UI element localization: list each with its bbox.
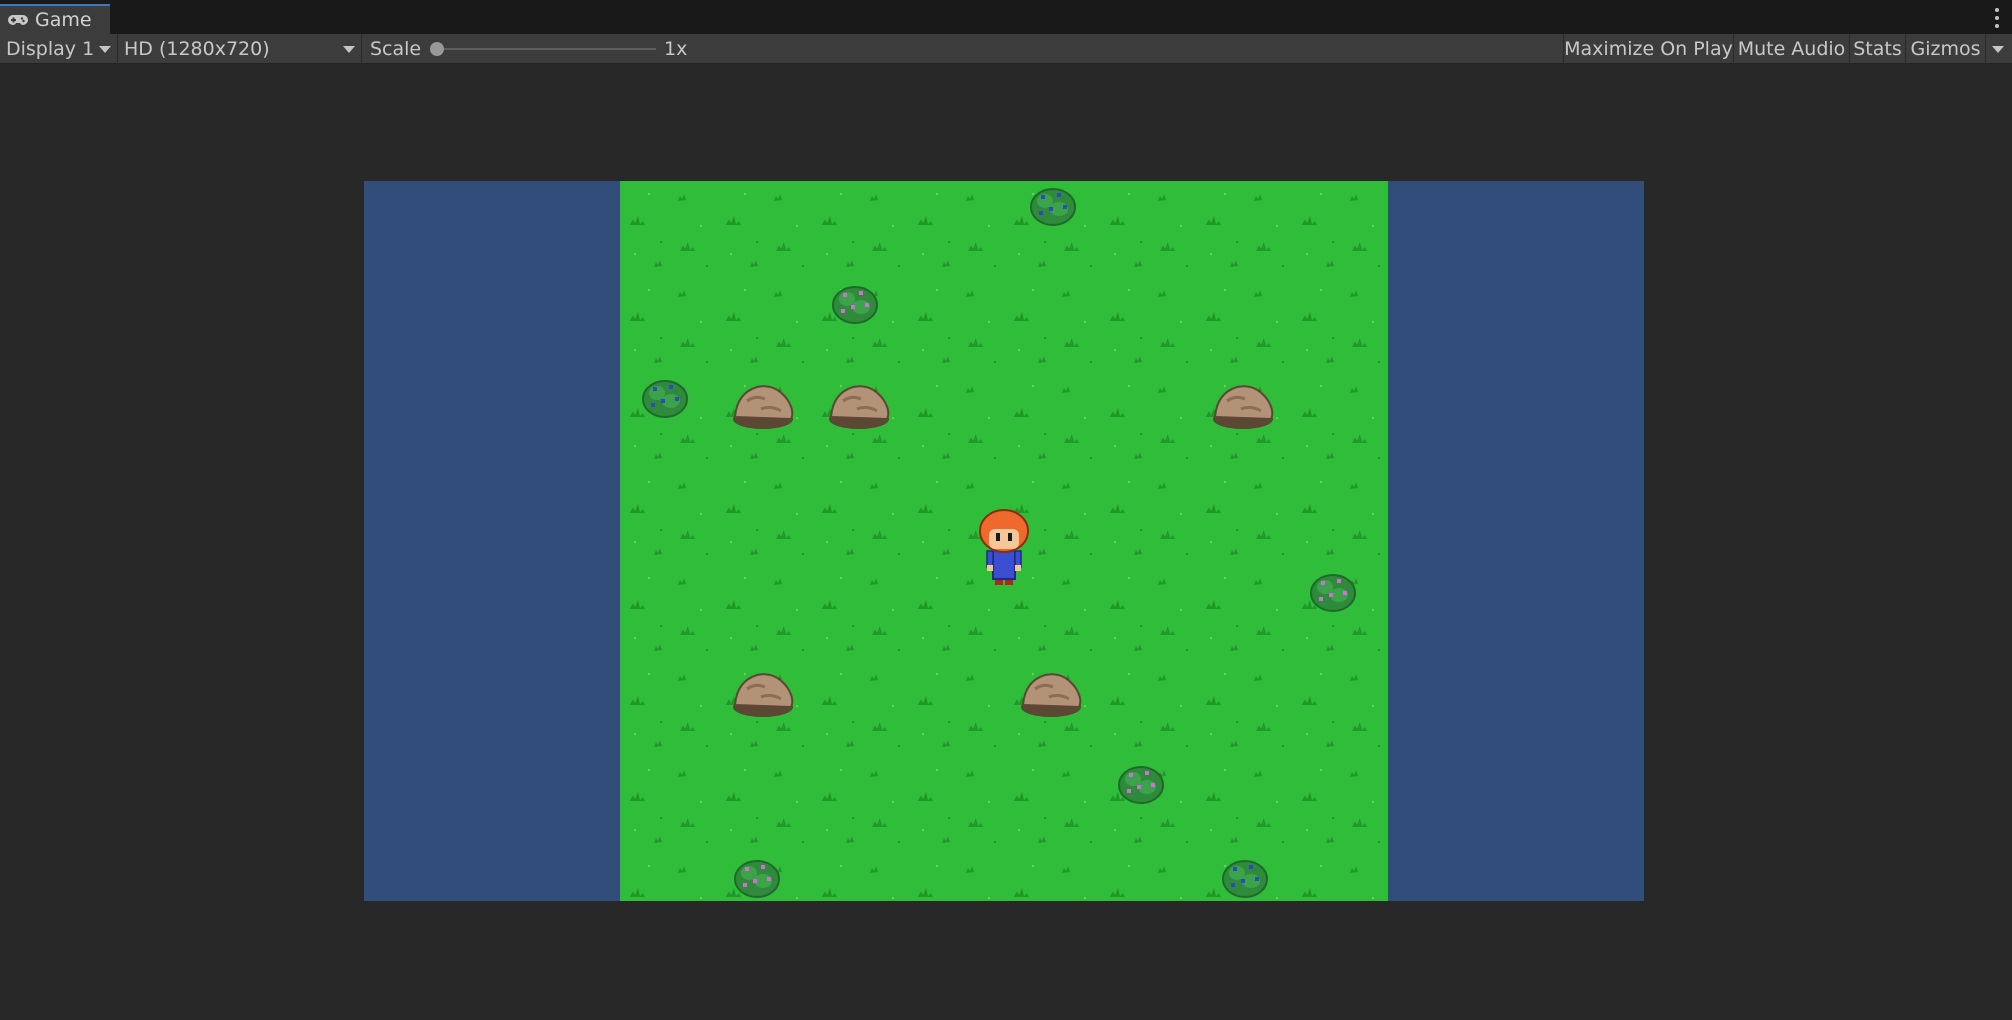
display-dropdown-label: Display 1 [6, 38, 95, 60]
bush-blue-sprite [642, 380, 688, 418]
bush-blue-sprite [1222, 860, 1268, 898]
resolution-dropdown-label: HD (1280x720) [124, 38, 270, 60]
rock-sprite [1019, 672, 1083, 719]
scale-slider-track[interactable] [438, 48, 656, 50]
bush-pink-sprite [734, 860, 780, 898]
rock-sprite [731, 384, 795, 431]
window-tab-bar: Game [0, 0, 2012, 34]
scale-label: Scale [370, 38, 422, 60]
bush-pink-sprite [1118, 766, 1164, 804]
rock-sprite [827, 384, 891, 431]
scale-slider-thumb[interactable] [430, 42, 444, 56]
maximize-on-play-button[interactable]: Maximize On Play [1563, 34, 1733, 64]
mute-audio-button[interactable]: Mute Audio [1733, 34, 1849, 64]
player-character-sprite [979, 509, 1029, 585]
grass-field [620, 181, 1388, 901]
tab-game[interactable]: Game [0, 4, 110, 34]
chevron-down-icon [343, 46, 355, 53]
bush-pink-sprite [1310, 574, 1356, 612]
kebab-menu-icon[interactable] [1994, 8, 2000, 28]
rock-sprite [731, 672, 795, 719]
scale-value: 1x [664, 38, 688, 60]
display-dropdown[interactable]: Display 1 [0, 34, 118, 64]
bush-blue-sprite [1030, 188, 1076, 226]
stats-button[interactable]: Stats [1849, 34, 1905, 64]
gizmos-button[interactable]: Gizmos [1905, 34, 1985, 64]
bush-pink-sprite [832, 286, 878, 324]
rock-sprite [1211, 384, 1275, 431]
chevron-down-icon [99, 46, 111, 53]
gizmos-dropdown-button[interactable] [1985, 34, 2012, 64]
gamepad-icon [8, 13, 30, 27]
game-view-toolbar: Display 1 HD (1280x720) Scale 1x Maximiz… [0, 34, 2012, 64]
chevron-down-icon [1992, 46, 2004, 53]
game-viewport[interactable] [364, 181, 1644, 901]
resolution-dropdown[interactable]: HD (1280x720) [118, 34, 362, 64]
tab-game-label: Game [35, 9, 92, 31]
